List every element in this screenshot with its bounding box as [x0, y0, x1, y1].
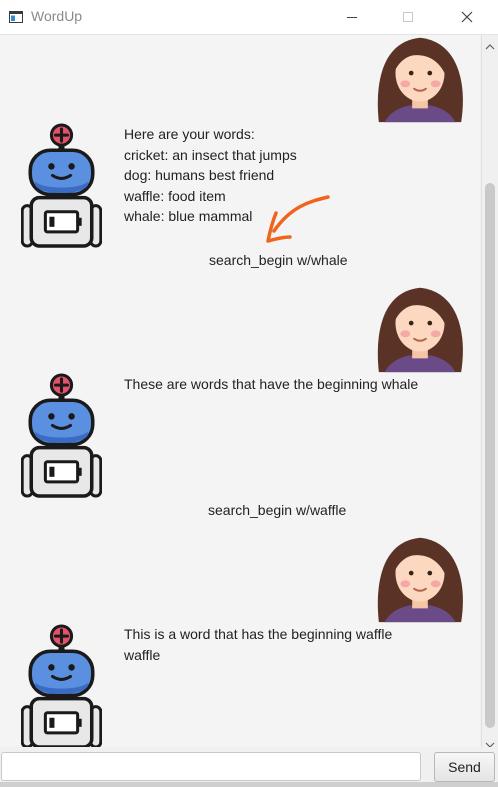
message-input[interactable] — [1, 752, 421, 781]
send-button[interactable]: Send — [434, 752, 495, 782]
maximize-button[interactable] — [385, 0, 431, 34]
girl-avatar-icon — [371, 281, 469, 373]
app-window-icon — [9, 10, 23, 23]
robot-avatar-icon — [21, 373, 102, 498]
message-line: dog: humans best friend — [124, 167, 275, 183]
chat-area[interactable]: Here are your words: cricket: an insect … — [0, 35, 480, 747]
chevron-down-icon[interactable] — [485, 736, 495, 748]
message-line: waffle — [124, 646, 161, 663]
minimize-button[interactable] — [329, 0, 375, 34]
girl-avatar-icon — [371, 35, 469, 123]
message-line: This is a word that has the beginning wa… — [124, 626, 393, 642]
close-button[interactable] — [444, 0, 490, 34]
chevron-up-icon[interactable] — [485, 38, 495, 50]
robot-avatar-icon — [21, 624, 102, 747]
user-message: search_begin w/whale — [209, 252, 348, 268]
orange-arrow-icon — [262, 193, 334, 250]
scrollbar-thumb[interactable] — [485, 183, 495, 728]
robot-avatar-icon — [21, 123, 102, 248]
window-bottom-edge — [0, 782, 498, 787]
title-bar: WordUp — [0, 0, 498, 35]
bot-message: These are words that have the beginning … — [124, 374, 418, 395]
girl-avatar-icon — [371, 531, 469, 623]
message-line: cricket: an insect that jumps — [124, 146, 297, 163]
bot-message: This is a word that has the beginning wa… — [124, 624, 392, 665]
user-message: search_begin w/waffle — [208, 502, 347, 518]
message-line: These are words that have the beginning … — [124, 376, 419, 392]
vertical-scrollbar[interactable] — [481, 35, 498, 748]
input-bar: Send — [0, 747, 498, 787]
message-line: Here are your words: — [124, 126, 255, 142]
window-title: WordUp — [31, 8, 83, 24]
